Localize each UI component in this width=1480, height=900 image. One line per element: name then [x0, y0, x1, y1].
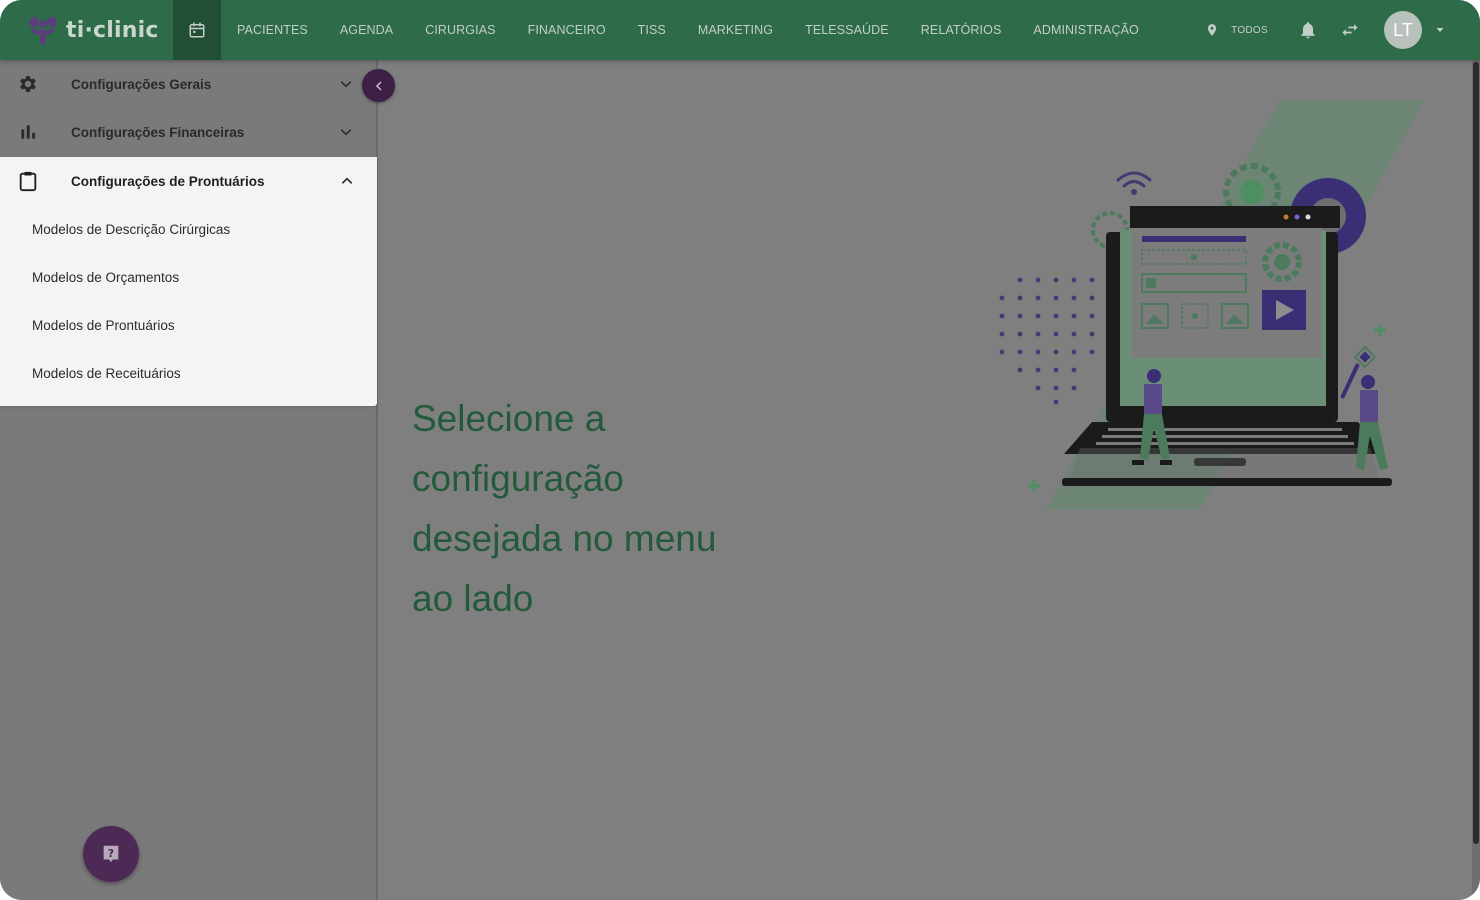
caret-down-icon [1436, 28, 1444, 32]
menu-section-financeiro[interactable]: Configurações Financeiras [0, 108, 376, 156]
main-content: Selecione a configuração desejada no men… [380, 60, 1472, 900]
nav-cirurgias[interactable]: CIRURGIAS [409, 0, 511, 60]
menu-section-label: Configurações Gerais [71, 76, 212, 92]
logo-text: ti·clinic [66, 17, 159, 43]
menu-section-prontuarios: Configurações de Prontuários Modelos de … [0, 157, 377, 406]
sidebar-item-modelos-receituarios[interactable]: Modelos de Receituários [0, 349, 377, 397]
location-selector[interactable]: TODOS [1205, 22, 1268, 38]
sidebar-item-modelos-prontuarios[interactable]: Modelos de Prontuários [0, 301, 377, 349]
clipboard-icon [16, 169, 40, 193]
nav-pacientes[interactable]: PACIENTES [221, 0, 324, 60]
swap-icon [1342, 24, 1358, 36]
menu-section-label: Configurações de Prontuários [71, 173, 265, 189]
nav-financeiro[interactable]: FINANCEIRO [512, 0, 622, 60]
notifications-button[interactable] [1296, 18, 1320, 42]
calendar-icon [189, 22, 205, 38]
menu-section-prontuarios-header[interactable]: Configurações de Prontuários [0, 157, 377, 205]
location-label: TODOS [1231, 24, 1268, 36]
location-pin-icon [1208, 24, 1217, 36]
help-button[interactable]: ? [83, 826, 139, 882]
nav-tiss[interactable]: TISS [622, 0, 682, 60]
menu-section-label: Configurações Financeiras [71, 124, 245, 140]
nav-telessaude[interactable]: TELESSAÚDE [789, 0, 905, 60]
collapse-sidebar-button[interactable] [362, 69, 395, 102]
help-icon: ? [103, 845, 119, 863]
nav-agenda[interactable]: AGENDA [324, 0, 409, 60]
app-window: ti·clinic PACIENTES AGENDA CIRURGIAS FIN… [0, 0, 1480, 900]
avatar[interactable]: LT [1384, 11, 1422, 49]
sidebar-item-modelos-descricao-cirurgicas[interactable]: Modelos de Descrição Cirúrgicas [0, 205, 377, 253]
gear-icon [16, 72, 40, 96]
switch-account-button[interactable] [1338, 18, 1362, 42]
svg-text:?: ? [108, 847, 114, 860]
settings-sidebar: Configurações Gerais Configurações Finan… [0, 60, 378, 900]
scrollbar-thumb[interactable] [1473, 62, 1479, 844]
bar-chart-icon [16, 120, 40, 144]
chevron-left-icon [375, 80, 382, 91]
chevron-down-icon [334, 72, 358, 96]
chevron-down-icon [334, 120, 358, 144]
sidebar-item-modelos-orcamentos[interactable]: Modelos de Orçamentos [0, 253, 377, 301]
nav-administracao[interactable]: ADMINISTRAÇÃO [1017, 0, 1154, 60]
topbar-actions: TODOS LT [1205, 0, 1480, 60]
configuration-illustration [999, 100, 1424, 510]
user-menu-button[interactable] [1428, 18, 1452, 42]
main-nav: PACIENTES AGENDA CIRURGIAS FINANCEIRO TI… [221, 0, 1155, 60]
nav-relatorios[interactable]: RELATÓRIOS [905, 0, 1018, 60]
logo-mark-icon [29, 17, 57, 45]
bell-icon [1301, 22, 1315, 39]
calendar-button[interactable] [173, 0, 221, 60]
nav-marketing[interactable]: MARKETING [682, 0, 789, 60]
empty-state-message: Selecione a configuração desejada no men… [412, 398, 717, 619]
menu-section-geral[interactable]: Configurações Gerais [0, 60, 376, 108]
chevron-up-icon [335, 169, 359, 193]
top-navbar: ti·clinic PACIENTES AGENDA CIRURGIAS FIN… [0, 0, 1480, 60]
logo[interactable]: ti·clinic [0, 0, 173, 60]
